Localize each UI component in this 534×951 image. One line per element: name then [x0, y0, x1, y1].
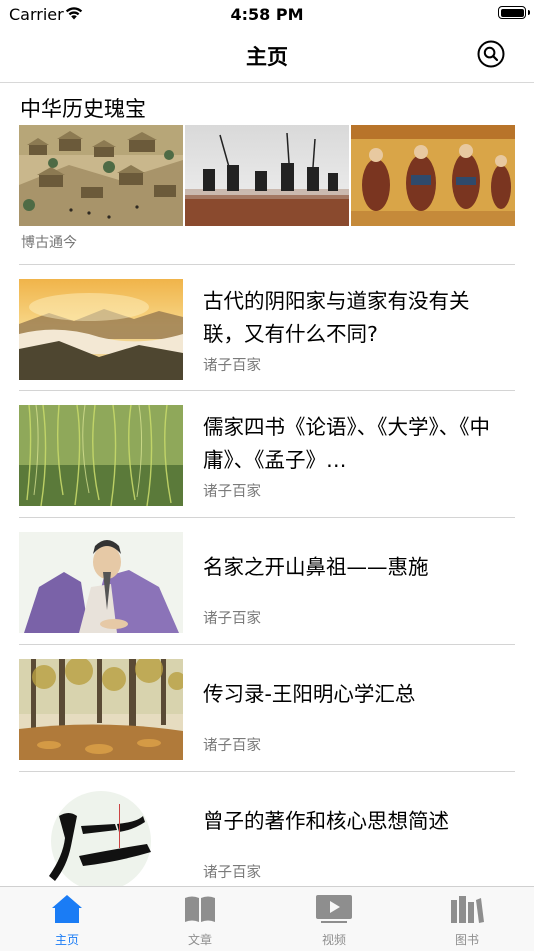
- article-thumbnail: [19, 405, 183, 506]
- tab-library[interactable]: 图书: [427, 893, 507, 948]
- featured-image-city-scroll[interactable]: [19, 125, 183, 226]
- tab-home[interactable]: 主页: [27, 893, 107, 948]
- article-item[interactable]: 古代的阴阳家与道家有没有关联，又有什么不同? 诸子百家: [0, 265, 534, 391]
- library-icon: [427, 893, 507, 925]
- article-item[interactable]: 传习录-王阳明心学汇总 诸子百家: [0, 645, 534, 771]
- featured-section-title: 中华历史瑰宝: [20, 97, 146, 121]
- article-title: 古代的阴阳家与道家有没有关联，又有什么不同?: [203, 289, 470, 346]
- article-thumbnail: [19, 279, 183, 380]
- search-icon: [477, 40, 505, 68]
- tab-label: 图书: [454, 933, 479, 947]
- article-category: 诸子百家: [203, 738, 261, 754]
- battery-icon: [498, 6, 530, 19]
- tab-articles[interactable]: 文章: [160, 893, 240, 948]
- article-item[interactable]: 儒家四书《论语》、《大学》、《中庸》、《孟子》… 诸子百家: [0, 391, 534, 517]
- featured-caption: 博古通今: [21, 235, 77, 251]
- featured-image-mural[interactable]: [351, 125, 515, 226]
- status-bar: Carrier 4:58 PM: [0, 0, 534, 28]
- article-category: 诸子百家: [203, 484, 261, 500]
- article-category: 诸子百家: [203, 358, 261, 374]
- article-thumbnail: [19, 786, 183, 887]
- navigation-bar: 主页: [0, 28, 534, 83]
- featured-image-cavalry[interactable]: [185, 125, 349, 226]
- tab-label: 主页: [54, 933, 79, 947]
- status-time: 4:58 PM: [230, 5, 304, 24]
- article-category: 诸子百家: [203, 611, 261, 627]
- article-item[interactable]: 曾子的著作和核心思想简述 诸子百家: [0, 772, 534, 898]
- article-thumbnail: [19, 659, 183, 760]
- tab-label: 文章: [187, 933, 212, 947]
- tab-videos[interactable]: 视频: [294, 893, 374, 948]
- search-button[interactable]: [477, 40, 505, 68]
- tab-label: 视频: [321, 933, 346, 947]
- article-thumbnail: [19, 532, 183, 633]
- home-icon: [27, 893, 107, 925]
- article-title: 名家之开山鼻祖——惠施: [203, 555, 429, 579]
- video-icon: [294, 893, 374, 925]
- book-icon: [160, 893, 240, 925]
- tab-bar: 主页 文章 视频 图书: [0, 886, 534, 951]
- article-title: 儒家四书《论语》、《大学》、《中庸》、《孟子》…: [203, 415, 490, 472]
- article-title: 曾子的著作和核心思想简述: [203, 809, 449, 833]
- page-title: 主页: [246, 45, 288, 69]
- article-title: 传习录-王阳明心学汇总: [203, 682, 416, 706]
- article-category: 诸子百家: [203, 865, 261, 881]
- article-item[interactable]: 名家之开山鼻祖——惠施 诸子百家: [0, 518, 534, 644]
